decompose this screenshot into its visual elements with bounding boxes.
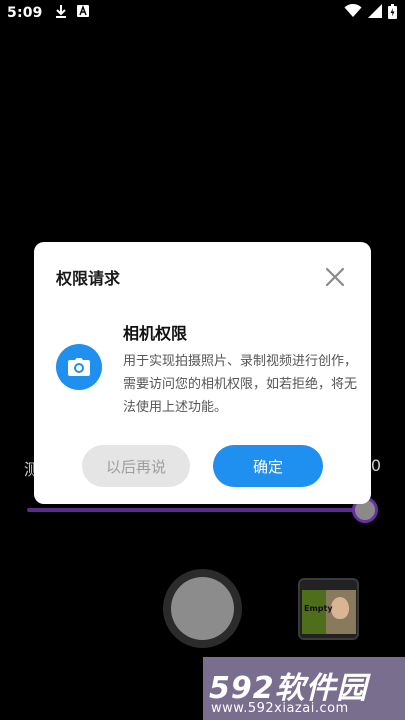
- shutter-button[interactable]: [163, 569, 242, 648]
- permission-heading: 相机权限: [123, 324, 188, 343]
- status-time: 5:09: [7, 5, 43, 21]
- thumbnail-text: Empty: [304, 604, 333, 613]
- dialog-title: 权限请求: [56, 269, 121, 288]
- watermark: 592软件园 www.592xiazai.com: [203, 657, 405, 720]
- signal-icon: [368, 4, 382, 22]
- status-bar: 5:09: [0, 0, 405, 26]
- permission-dialog: 权限请求 相机权限 用于实现拍摄照片、录制视频进行创作，需要访问您的相机权限，如…: [34, 242, 371, 504]
- battery-icon: [388, 3, 397, 23]
- download-icon: [55, 4, 67, 22]
- thumbnail-face: [331, 597, 349, 619]
- slider-track[interactable]: [27, 508, 365, 512]
- watermark-url: www.592xiazai.com: [211, 701, 349, 716]
- close-icon[interactable]: [322, 264, 348, 290]
- slider-right-label: 0: [370, 456, 381, 475]
- wifi-icon: [344, 3, 362, 22]
- permission-description: 用于实现拍摄照片、录制视频进行创作，需要访问您的相机权限，如若拒绝，将无法使用上…: [123, 354, 358, 415]
- shutter-button-inner: [171, 577, 234, 640]
- camera-icon: [56, 344, 102, 390]
- status-icons: [344, 3, 397, 23]
- confirm-button[interactable]: 确定: [213, 445, 323, 487]
- later-button[interactable]: 以后再说: [82, 445, 190, 487]
- camera-screen: 5:09 测 0 Empty 权限请求 相机权限 用于实现拍摄照片、录制视频进行…: [0, 0, 405, 720]
- a-badge-icon: [76, 5, 89, 21]
- gallery-thumbnail[interactable]: Empty: [298, 578, 359, 640]
